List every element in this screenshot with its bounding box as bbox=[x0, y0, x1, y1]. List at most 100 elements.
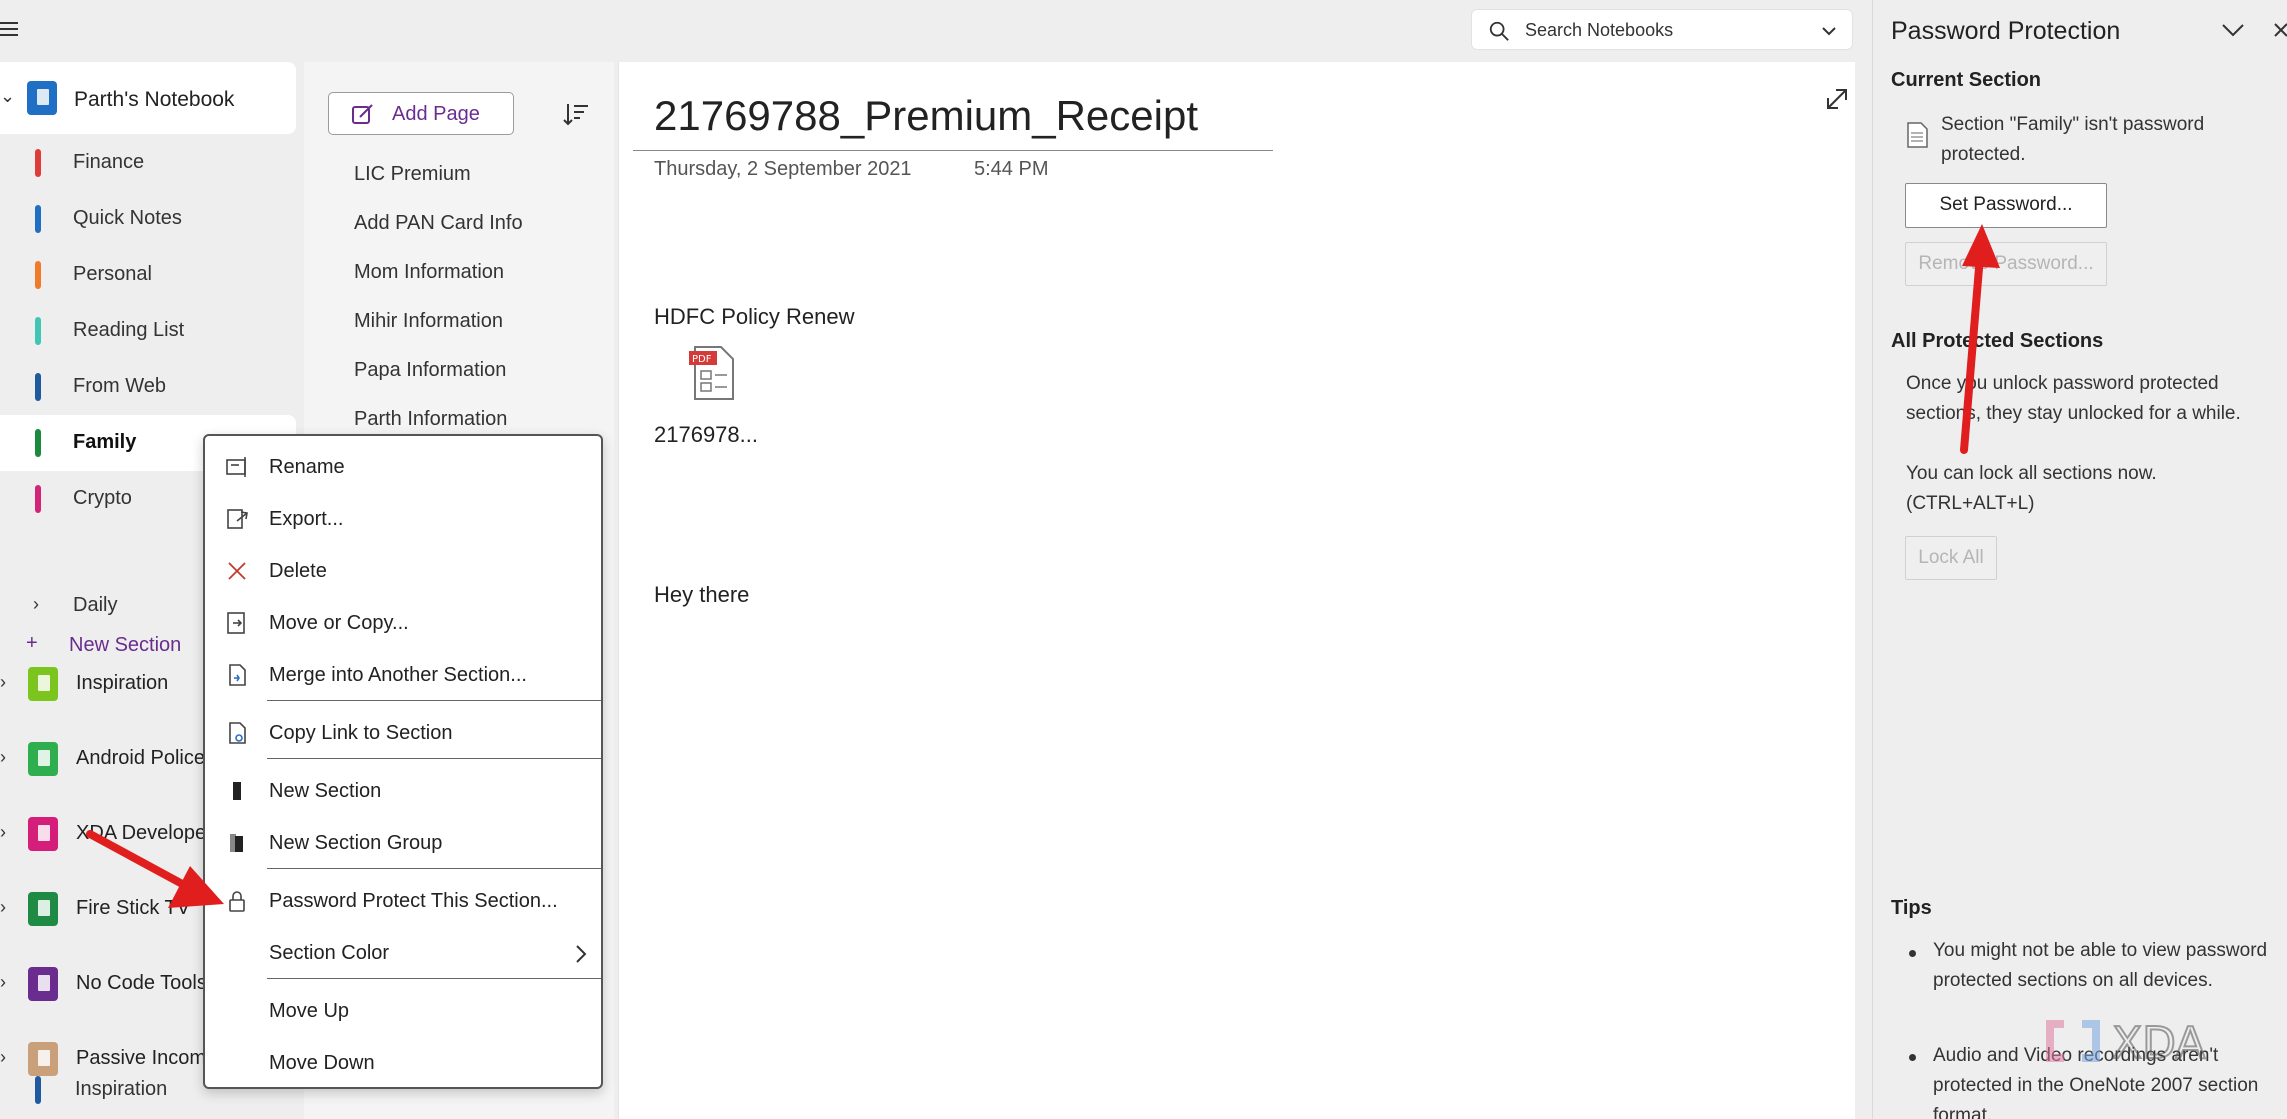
chevron-right-icon[interactable]: › bbox=[0, 672, 6, 693]
menu-item-new-section[interactable]: New Section bbox=[205, 766, 601, 818]
menu-item-section-color[interactable]: Section Color bbox=[205, 928, 601, 980]
bullet bbox=[1909, 950, 1916, 957]
section-finance[interactable]: Finance bbox=[0, 135, 296, 191]
search-icon bbox=[1489, 21, 1509, 41]
chevron-down-icon[interactable] bbox=[2221, 22, 2245, 38]
page-list-item[interactable]: Mihir Information bbox=[354, 310, 503, 333]
menu-item-label: Move or Copy... bbox=[269, 612, 409, 634]
notebook-label: Parth's Notebook bbox=[74, 88, 235, 111]
page-title[interactable]: 21769788_Premium_Receipt bbox=[654, 92, 1198, 140]
close-icon[interactable] bbox=[2273, 22, 2287, 38]
menu-item-label: Delete bbox=[269, 560, 327, 582]
section-quick-notes[interactable]: Quick Notes bbox=[0, 191, 296, 247]
section-color-bar bbox=[35, 149, 41, 177]
merge-icon bbox=[229, 664, 246, 686]
menu-item-label: New Section bbox=[269, 780, 382, 802]
page-list-item[interactable]: Papa Information bbox=[354, 359, 506, 382]
menu-item-move-down[interactable]: Move Down bbox=[205, 1038, 601, 1090]
section-color-bar bbox=[35, 261, 41, 289]
section-color-bar bbox=[35, 1076, 41, 1104]
menu-item-copy-link-to-section[interactable]: Copy Link to Section bbox=[205, 708, 601, 760]
search-notebooks-box[interactable]: Search Notebooks bbox=[1471, 9, 1853, 50]
section-from-web[interactable]: From Web bbox=[0, 359, 296, 415]
section-label: Finance bbox=[73, 151, 145, 173]
add-page-button[interactable]: Add Page bbox=[328, 92, 514, 135]
tip-text: You might not be able to view password p… bbox=[1933, 940, 2268, 991]
title-underline bbox=[633, 150, 1273, 151]
notebook-label: XDA Developers bbox=[76, 822, 223, 844]
top-bar: Search Notebooks bbox=[0, 0, 1872, 62]
menu-item-password-protect-this-section[interactable]: Password Protect This Section... bbox=[205, 876, 601, 928]
move-copy-icon bbox=[227, 612, 245, 634]
note-text[interactable]: Hey there bbox=[654, 582, 749, 608]
section-reading-list[interactable]: Reading List bbox=[0, 303, 296, 359]
section-label: Quick Notes bbox=[73, 207, 182, 229]
menu-item-label: Merge into Another Section... bbox=[269, 664, 527, 686]
set-password-button[interactable]: Set Password... bbox=[1905, 183, 2107, 228]
add-page-label: Add Page bbox=[392, 103, 480, 125]
password-protection-pane: Password Protection Current Section Sect… bbox=[1872, 0, 2287, 1119]
section-personal[interactable]: Personal bbox=[0, 247, 296, 303]
submenu-chevron-icon bbox=[576, 945, 587, 963]
section-label: Personal bbox=[73, 263, 152, 285]
notebook-icon bbox=[28, 967, 58, 1001]
notebook-parths-notebook[interactable]: ⌄ Parth's Notebook bbox=[0, 62, 296, 134]
delete-icon bbox=[228, 562, 246, 580]
chevron-right-icon[interactable]: › bbox=[0, 822, 6, 843]
section-context-menu: Rename Export... Delete Move or Copy... Merg… bbox=[203, 434, 603, 1089]
chevron-down-icon[interactable] bbox=[1820, 22, 1838, 40]
section-color-bar bbox=[35, 205, 41, 233]
lock-icon bbox=[229, 891, 245, 912]
note-text[interactable]: HDFC Policy Renew bbox=[654, 304, 855, 330]
remove-password-button[interactable]: Remove Password... bbox=[1905, 242, 2107, 286]
pdf-file-icon[interactable]: PDF bbox=[687, 345, 737, 401]
section-color-bar bbox=[35, 373, 41, 401]
notebook-icon bbox=[28, 742, 58, 776]
notebook-label: Android Police bbox=[76, 747, 205, 769]
xda-watermark-logo: XDA bbox=[2046, 1017, 2206, 1068]
notebook-label: Inspiration bbox=[76, 672, 169, 694]
menu-item-label: Password Protect This Section... bbox=[269, 890, 558, 912]
section-file-icon bbox=[1907, 122, 1928, 148]
page-time: 5:44 PM bbox=[974, 158, 1049, 180]
menu-item-rename[interactable]: Rename bbox=[205, 442, 601, 494]
menu-item-new-section-group[interactable]: New Section Group bbox=[205, 818, 601, 870]
rename-icon bbox=[226, 457, 246, 477]
sort-icon[interactable] bbox=[562, 100, 590, 128]
chevron-right-icon[interactable]: › bbox=[0, 747, 6, 768]
section-color-bar bbox=[35, 485, 41, 513]
section-label: Family bbox=[73, 431, 137, 453]
tips-heading: Tips bbox=[1891, 897, 1932, 919]
expand-icon[interactable] bbox=[1824, 86, 1850, 112]
chevron-down-icon[interactable]: ⌄ bbox=[0, 86, 15, 107]
page-list-item[interactable]: Parth Information bbox=[354, 408, 507, 431]
hamburger-menu-icon[interactable] bbox=[0, 18, 24, 42]
copy-link-icon bbox=[229, 722, 246, 744]
pdf-file-caption[interactable]: 2176978... bbox=[654, 422, 758, 448]
svg-text:PDF: PDF bbox=[692, 354, 712, 365]
chevron-right-icon[interactable]: › bbox=[33, 594, 39, 615]
chevron-right-icon[interactable]: › bbox=[0, 972, 6, 993]
chevron-right-icon[interactable]: › bbox=[0, 897, 6, 918]
menu-item-label: Rename bbox=[269, 456, 345, 478]
lock-all-button[interactable]: Lock All bbox=[1905, 536, 1997, 580]
page-list-item[interactable]: Mom Information bbox=[354, 261, 504, 284]
menu-item-label: Section Color bbox=[269, 942, 390, 964]
menu-item-delete[interactable]: Delete bbox=[205, 546, 601, 598]
unlock-info-text: Once you unlock password protected secti… bbox=[1906, 373, 2241, 424]
menu-item-move-up[interactable]: Move Up bbox=[205, 986, 601, 1038]
section-color-bar bbox=[35, 317, 41, 345]
menu-item-merge-into-another-section[interactable]: Merge into Another Section... bbox=[205, 650, 601, 702]
watermark-text: XDA bbox=[2112, 1018, 2205, 1068]
menu-item-move-or-copy[interactable]: Move or Copy... bbox=[205, 598, 601, 650]
page-list-item[interactable]: Add PAN Card Info bbox=[354, 212, 523, 235]
notebook-icon bbox=[28, 817, 58, 851]
menu-item-export[interactable]: Export... bbox=[205, 494, 601, 546]
menu-item-label: Copy Link to Section bbox=[269, 722, 453, 744]
page-list-item[interactable]: LIC Premium bbox=[354, 163, 471, 186]
menu-item-label: Move Down bbox=[269, 1052, 375, 1074]
page-canvas[interactable]: 21769788_Premium_Receipt Thursday, 2 Sep… bbox=[618, 62, 1855, 1119]
add-page-icon bbox=[352, 104, 373, 124]
current-section-status: Section "Family" isn't password protecte… bbox=[1941, 114, 2205, 165]
section-label: Reading List bbox=[73, 319, 185, 341]
